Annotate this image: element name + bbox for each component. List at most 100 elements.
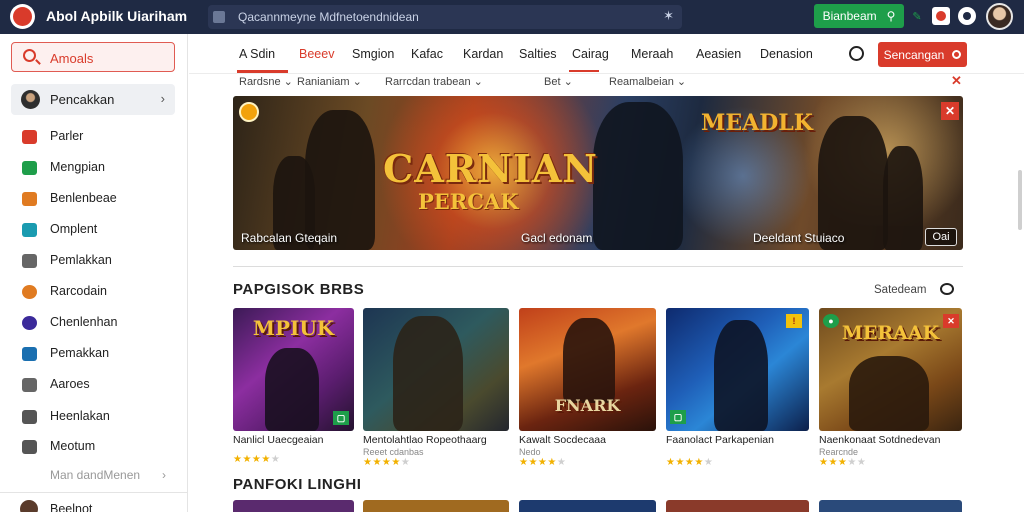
tab-7[interactable]: Meraah [631, 47, 673, 61]
filter-label: Bet [544, 76, 561, 88]
hero-soldier [593, 102, 683, 250]
tab-8[interactable]: Aeasien [696, 47, 741, 61]
hero-logo: CARNIAN [383, 146, 599, 191]
game-card-art: MERAAK ✕ ● [819, 308, 962, 431]
game-card-title: Nanlicl Uaecgeaian [233, 434, 324, 446]
sidebar-item-label: Mengpian [50, 160, 105, 174]
sidebar-more[interactable]: Man dandMenen [50, 468, 140, 482]
hero-logo-secondary: MEADLK [701, 110, 813, 136]
sidebar-bottom-item[interactable]: Beelnot [20, 500, 180, 512]
sidebar-item-2[interactable]: Benlenbeae [22, 188, 172, 210]
tag-icon: ▢ [333, 411, 349, 425]
scrollbar-thumb[interactable] [1018, 170, 1022, 230]
game-card-title: Naenkonaat Sotdnedevan [819, 434, 941, 446]
tab-5[interactable]: Salties [519, 47, 557, 61]
sidebar-item-active[interactable]: Pencakkan › [11, 84, 175, 115]
chevron-right-icon: › [162, 468, 166, 482]
sidebar-item-5[interactable]: Rarcodain [22, 281, 172, 303]
rating-stars: ★★★★★ [819, 457, 867, 468]
tab-4[interactable]: Kardan [463, 47, 503, 61]
url-bar[interactable]: Qacannmeyne Mdfnetoendnidean ✶ [208, 5, 682, 29]
tab-6[interactable]: Cairag [572, 47, 609, 61]
rating-stars: ★★★★★ [519, 457, 567, 468]
filter-row: Rardsne ⌄ Ranianiam ⌄ Rarrcdan trabean ⌄… [189, 73, 1024, 91]
user-avatar[interactable] [986, 3, 1013, 30]
game-card-art: MPIUK ▢ [233, 308, 354, 431]
cta-button[interactable]: Sencangan [878, 42, 967, 67]
game-card-peek[interactable] [819, 500, 962, 512]
sidebar-item-label: Chenlenhan [50, 315, 118, 329]
tag-icon: ● [823, 314, 839, 328]
chart-icon [22, 378, 37, 392]
game-card-subtitle: Rearcnde [819, 447, 859, 457]
filter-2[interactable]: Rarrcdan trabean ⌄ [385, 75, 483, 88]
filter-4[interactable]: Reamalbeian ⌄ [609, 75, 686, 88]
site-info-icon[interactable] [213, 11, 225, 23]
game-card-subtitle: Nedo [519, 447, 541, 457]
game-card-peek[interactable] [519, 500, 656, 512]
game-card-title: Kawalt Socdecaaa [519, 434, 606, 446]
section-title: PAPGISOK BRBS [233, 281, 365, 298]
filter-label: Rardsne [239, 76, 281, 88]
section-see-all[interactable]: Satedeam [874, 284, 926, 296]
url-text[interactable]: Qacannmeyne Mdfnetoendnidean [238, 10, 419, 24]
document-icon [22, 254, 37, 268]
sidebar-item-7[interactable]: Pemakkan [22, 343, 172, 365]
sidebar-item-1[interactable]: Mengpian [22, 157, 172, 179]
rating-stars: ★★★★★ [666, 457, 714, 468]
rating-stars: ★★★★★ [233, 454, 281, 465]
sidebar-search[interactable]: Amoals [11, 42, 175, 72]
settings-icon[interactable] [958, 7, 976, 25]
hero-button[interactable]: Oai [925, 228, 957, 246]
filter-0[interactable]: Rardsne ⌄ [239, 75, 293, 88]
game-card-peek[interactable] [666, 500, 809, 512]
tab-1[interactable]: Beeev [299, 47, 334, 61]
sidebar-item-6[interactable]: Chenlenhan [22, 312, 172, 334]
sidebar-item-9[interactable]: Heenlakan [22, 406, 172, 428]
filter-3[interactable]: Bet ⌄ [544, 75, 573, 88]
sidebar-item-3[interactable]: Omplent [22, 219, 172, 241]
hero-soldier [818, 116, 888, 250]
person-icon: ⚲ [886, 9, 896, 23]
hero-badge-icon [239, 102, 259, 122]
app-logo[interactable] [10, 4, 35, 29]
game-card-art: ! ▢ [666, 308, 809, 431]
close-icon[interactable]: ✕ [943, 314, 959, 328]
document-icon [22, 410, 37, 424]
game-card-subtitle: Reeet cdanbas [363, 447, 424, 457]
game-card-peek[interactable] [233, 500, 354, 512]
sidebar-item-10[interactable]: Meotum [22, 436, 172, 458]
header-action-button[interactable]: Bianbeam ⚲ [814, 4, 904, 28]
sidebar-item-label: Aaroes [50, 377, 90, 391]
circle-icon [22, 316, 37, 330]
tag-icon: ▢ [670, 410, 686, 424]
tab-3[interactable]: Kafac [411, 47, 443, 61]
media-icon[interactable] [932, 7, 950, 25]
active-tab-indicator [237, 70, 288, 73]
hero-soldier [305, 110, 375, 250]
close-icon[interactable]: ✕ [941, 102, 959, 120]
sidebar-item-label: Omplent [50, 222, 98, 236]
tab-9[interactable]: Denasion [760, 47, 813, 61]
sidebar-item-0[interactable]: Parler [22, 126, 172, 148]
ring-icon [952, 50, 962, 59]
search-icon[interactable] [940, 283, 954, 295]
avatar-icon [22, 285, 37, 299]
flag-icon [22, 130, 37, 144]
sidebar-item-8[interactable]: Aaroes [22, 374, 172, 396]
sidebar: Amoals Pencakkan › Parler Mengpian Benlenb… [0, 34, 188, 512]
sidebar-item-label: Rarcodain [50, 284, 107, 298]
search-icon[interactable] [849, 46, 864, 61]
game-card-peek[interactable] [363, 500, 509, 512]
bookmark-star-icon[interactable]: ✶ [663, 8, 674, 24]
puzzle-icon[interactable]: ✎ [908, 7, 926, 25]
tab-0[interactable]: A Sdin [239, 47, 275, 61]
filter-1[interactable]: Ranianiam ⌄ [297, 75, 362, 88]
close-icon[interactable]: ✕ [951, 73, 962, 89]
sidebar-item-label: Pemakkan [50, 346, 110, 360]
hero-banner[interactable]: CARNIAN PERCAK MEADLK ✕ Rabcalan Gteqain… [233, 96, 963, 250]
tab-2[interactable]: Smgion [352, 47, 394, 61]
game-card-art-title: MERAAK [841, 322, 940, 344]
hero-caption-2: Deeldant Stuiaco [753, 231, 845, 245]
sidebar-item-4[interactable]: Pemlakkan [22, 250, 172, 272]
